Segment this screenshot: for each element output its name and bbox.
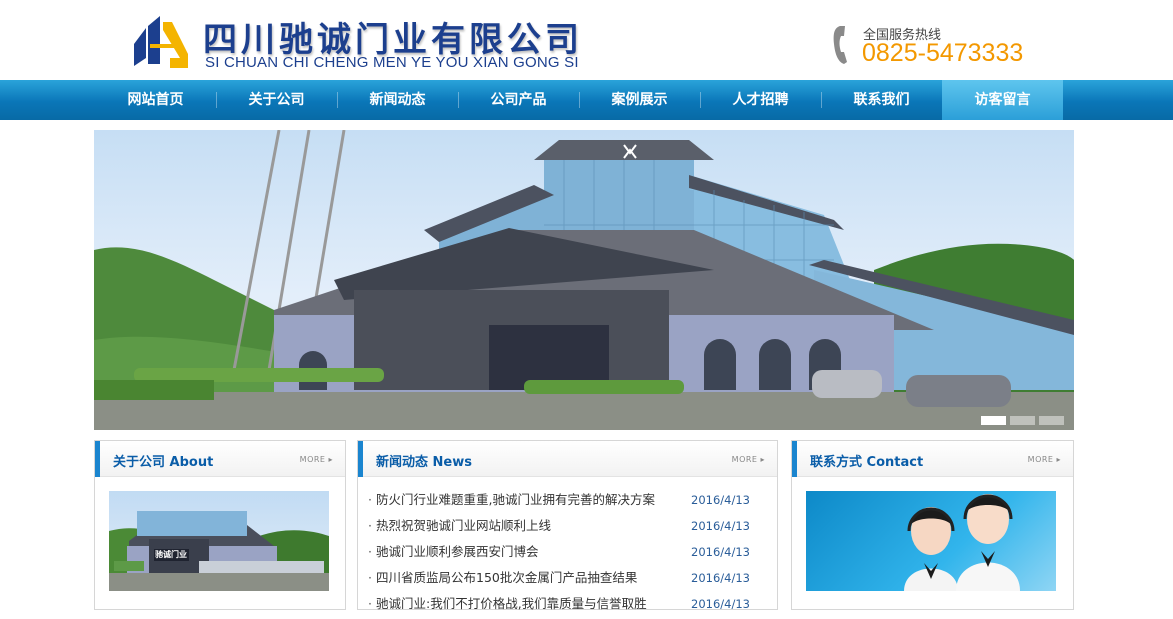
nav-item-contact[interactable]: 联系我们 — [821, 80, 942, 120]
news-title-link[interactable]: 驰诚门业顺利参展西安门博会 — [376, 541, 539, 563]
news-item: · 防火门行业难题重重,驰诚门业拥有完善的解决方案 2016/4/13 — [368, 489, 758, 515]
company-logo-icon[interactable] — [130, 14, 194, 72]
news-date: 2016/4/13 — [691, 571, 750, 585]
news-date: 2016/4/13 — [691, 519, 750, 533]
news-panel-header: 新闻动态 News MORE — [358, 441, 777, 477]
building-photo — [94, 130, 1074, 430]
about-more-link[interactable]: MORE — [300, 455, 333, 464]
contact-more-link[interactable]: MORE — [1028, 455, 1061, 464]
nav-item-home[interactable]: 网站首页 — [95, 80, 216, 120]
news-date: 2016/4/13 — [691, 545, 750, 559]
slider-dots — [981, 416, 1064, 425]
bullet-icon: · — [368, 492, 372, 507]
news-title-link[interactable]: 防火门行业难题重重,驰诚门业拥有完善的解决方案 — [376, 489, 655, 511]
main-navigation: 网站首页 关于公司 新闻动态 公司产品 案例展示 人才招聘 联系我们 访客留言 — [0, 80, 1173, 120]
customer-service-image[interactable] — [806, 491, 1056, 591]
about-image-sign: 驰诚门业 — [155, 550, 187, 559]
contact-panel-title: 联系方式 Contact — [810, 455, 924, 470]
panel-accent-bar — [95, 441, 100, 477]
nav-item-about[interactable]: 关于公司 — [216, 80, 337, 120]
about-company-image[interactable]: 驰诚门业 — [109, 491, 329, 591]
phone-icon — [833, 26, 847, 64]
site-header: 四川驰诚门业有限公司 SI CHUAN CHI CHENG MEN YE YOU… — [0, 0, 1173, 80]
news-item: · 四川省质监局公布150批次金属门产品抽查结果 2016/4/13 — [368, 567, 758, 593]
news-more-link[interactable]: MORE — [732, 455, 765, 464]
hero-banner[interactable] — [94, 130, 1074, 430]
slider-dot-2[interactable] — [1010, 416, 1035, 425]
company-name-en: SI CHUAN CHI CHENG MEN YE YOU XIAN GONG … — [205, 54, 579, 71]
hotline-number: 0825-5473333 — [862, 39, 1024, 67]
news-title-link[interactable]: 驰诚门业:我们不打价格战,我们靠质量与信誉取胜 — [376, 593, 647, 615]
bullet-icon: · — [368, 544, 372, 559]
building-thumbnail — [109, 511, 329, 591]
bullet-icon: · — [368, 570, 372, 585]
about-panel-title: 关于公司 About — [113, 455, 214, 470]
news-title-link[interactable]: 热烈祝贺驰诚门业网站顺利上线 — [376, 515, 551, 537]
contact-panel: 联系方式 Contact MORE — [791, 440, 1074, 610]
news-item: · 驰诚门业:我们不打价格战,我们靠质量与信誉取胜 2016/4/13 — [368, 593, 758, 619]
news-item: · 热烈祝贺驰诚门业网站顺利上线 2016/4/13 — [368, 515, 758, 541]
service-agents-photo — [904, 494, 1020, 591]
panel-accent-bar — [358, 441, 363, 477]
about-panel: 关于公司 About MORE 驰诚门业 — [94, 440, 346, 610]
nav-item-guestbook[interactable]: 访客留言 — [942, 80, 1063, 120]
news-list: · 防火门行业难题重重,驰诚门业拥有完善的解决方案 2016/4/13 · 热烈… — [368, 489, 758, 619]
panel-accent-bar — [792, 441, 797, 477]
slider-dot-1[interactable] — [981, 416, 1006, 425]
news-item: · 驰诚门业顺利参展西安门博会 2016/4/13 — [368, 541, 758, 567]
news-date: 2016/4/13 — [691, 493, 750, 507]
about-panel-header: 关于公司 About MORE — [95, 441, 345, 477]
nav-item-cases[interactable]: 案例展示 — [579, 80, 700, 120]
nav-item-products[interactable]: 公司产品 — [458, 80, 579, 120]
bullet-icon: · — [368, 596, 372, 611]
bullet-icon: · — [368, 518, 372, 533]
contact-panel-header: 联系方式 Contact MORE — [792, 441, 1073, 477]
news-date: 2016/4/13 — [691, 597, 750, 611]
nav-item-jobs[interactable]: 人才招聘 — [700, 80, 821, 120]
news-panel: 新闻动态 News MORE · 防火门行业难题重重,驰诚门业拥有完善的解决方案… — [357, 440, 778, 611]
slider-dot-3[interactable] — [1039, 416, 1064, 425]
nav-item-news[interactable]: 新闻动态 — [337, 80, 458, 120]
news-title-link[interactable]: 四川省质监局公布150批次金属门产品抽查结果 — [376, 567, 637, 589]
news-panel-title: 新闻动态 News — [376, 455, 472, 470]
